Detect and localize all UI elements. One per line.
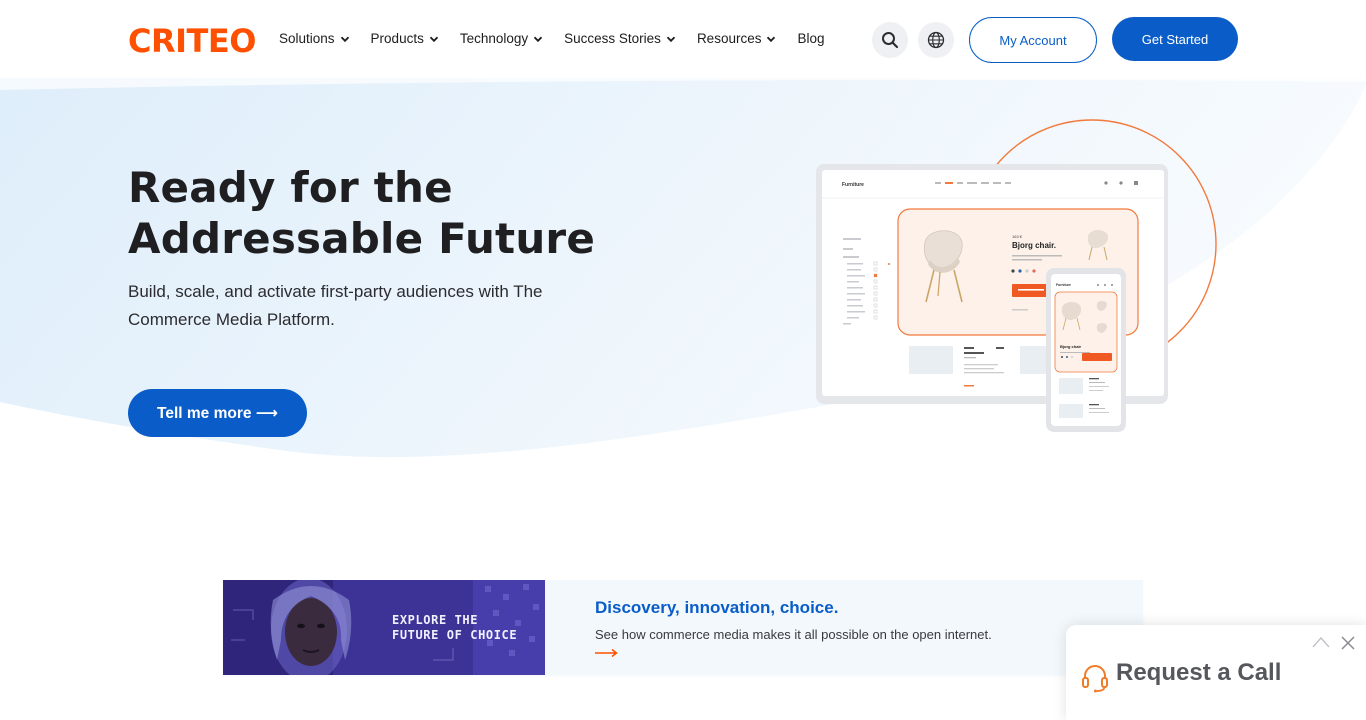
search-icon bbox=[882, 32, 899, 49]
hero-subtitle: Build, scale, and activate first-party a… bbox=[128, 282, 543, 329]
tell-me-more-button[interactable]: Tell me more ⟶ bbox=[128, 389, 307, 437]
chevron-down-icon bbox=[429, 36, 438, 42]
globe-icon bbox=[927, 31, 945, 49]
mockup-price: 163 € bbox=[1012, 234, 1023, 239]
nav-item-blog[interactable]: Blog bbox=[797, 31, 824, 46]
promo-image: EXPLORE THE FUTURE OF CHOICE bbox=[223, 580, 545, 675]
svg-text:CRITEO: CRITEO bbox=[128, 24, 256, 56]
nav-item-success-stories[interactable]: Success Stories bbox=[564, 31, 676, 46]
mockup-product-name: Bjorg chair. bbox=[1012, 241, 1056, 250]
chevron-down-icon bbox=[767, 36, 776, 42]
mockup-site-name: Furniture bbox=[842, 182, 864, 188]
promo-banner[interactable]: EXPLORE THE FUTURE OF CHOICE Discovery, … bbox=[223, 580, 1143, 675]
promo-content: Discovery, innovation, choice. See how c… bbox=[545, 580, 992, 675]
mockup-mobile-product-name: Bjorg chair bbox=[1060, 344, 1082, 349]
nav-item-products[interactable]: Products bbox=[371, 31, 439, 46]
request-call-label[interactable]: Request a Call bbox=[1116, 659, 1281, 687]
chevron-down-icon bbox=[533, 36, 543, 42]
promo-title[interactable]: Discovery, innovation, choice. bbox=[595, 598, 992, 618]
site-header: CRITEO Solutions Products Technology Suc… bbox=[0, 0, 1366, 80]
nav-item-label: Success Stories bbox=[564, 31, 661, 46]
headset-icon bbox=[1082, 665, 1108, 693]
hero-title: Ready for the Addressable Future bbox=[128, 162, 688, 264]
get-started-button[interactable]: Get Started bbox=[1112, 17, 1238, 61]
request-call-widget: Request a Call bbox=[1066, 625, 1366, 720]
nav-item-label: Solutions bbox=[279, 31, 335, 46]
promo-image-text-line: EXPLORE THE bbox=[392, 613, 479, 627]
nav-item-technology[interactable]: Technology bbox=[460, 31, 543, 46]
promo-image-text-line: FUTURE OF CHOICE bbox=[392, 628, 518, 642]
nav-item-label: Products bbox=[370, 31, 424, 46]
chevron-down-icon bbox=[340, 36, 349, 42]
nav-item-label: Technology bbox=[459, 31, 529, 46]
nav-item-solutions[interactable]: Solutions bbox=[279, 31, 350, 46]
promo-description: See how commerce media makes it all poss… bbox=[595, 627, 992, 642]
language-button[interactable] bbox=[918, 22, 954, 58]
search-button[interactable] bbox=[872, 22, 908, 58]
phone-mockup: Furniture Bjorg chair bbox=[1046, 268, 1126, 432]
product-mockup-illustration: Furniture 163 € Bjorg chair. Furniture B… bbox=[816, 119, 1217, 432]
nav-item-label: Resources bbox=[696, 31, 762, 46]
hero-title-line: Ready for the bbox=[128, 163, 453, 212]
main-nav: Solutions Products Technology Success St… bbox=[279, 31, 846, 46]
close-icon[interactable] bbox=[1341, 636, 1355, 650]
my-account-button[interactable]: My Account bbox=[969, 17, 1097, 63]
mockup-mobile-site-name: Furniture bbox=[1056, 283, 1071, 287]
nav-item-resources[interactable]: Resources bbox=[697, 31, 777, 46]
arrow-right-icon[interactable] bbox=[595, 648, 619, 658]
minimize-icon[interactable] bbox=[1312, 635, 1330, 649]
criteo-logo[interactable]: CRITEO bbox=[128, 24, 260, 56]
nav-item-label: Blog bbox=[797, 31, 825, 46]
chevron-down-icon bbox=[666, 36, 676, 42]
promo-image-text: EXPLORE THE FUTURE OF CHOICE bbox=[392, 613, 517, 643]
hero-title-line: Addressable Future bbox=[128, 214, 596, 263]
